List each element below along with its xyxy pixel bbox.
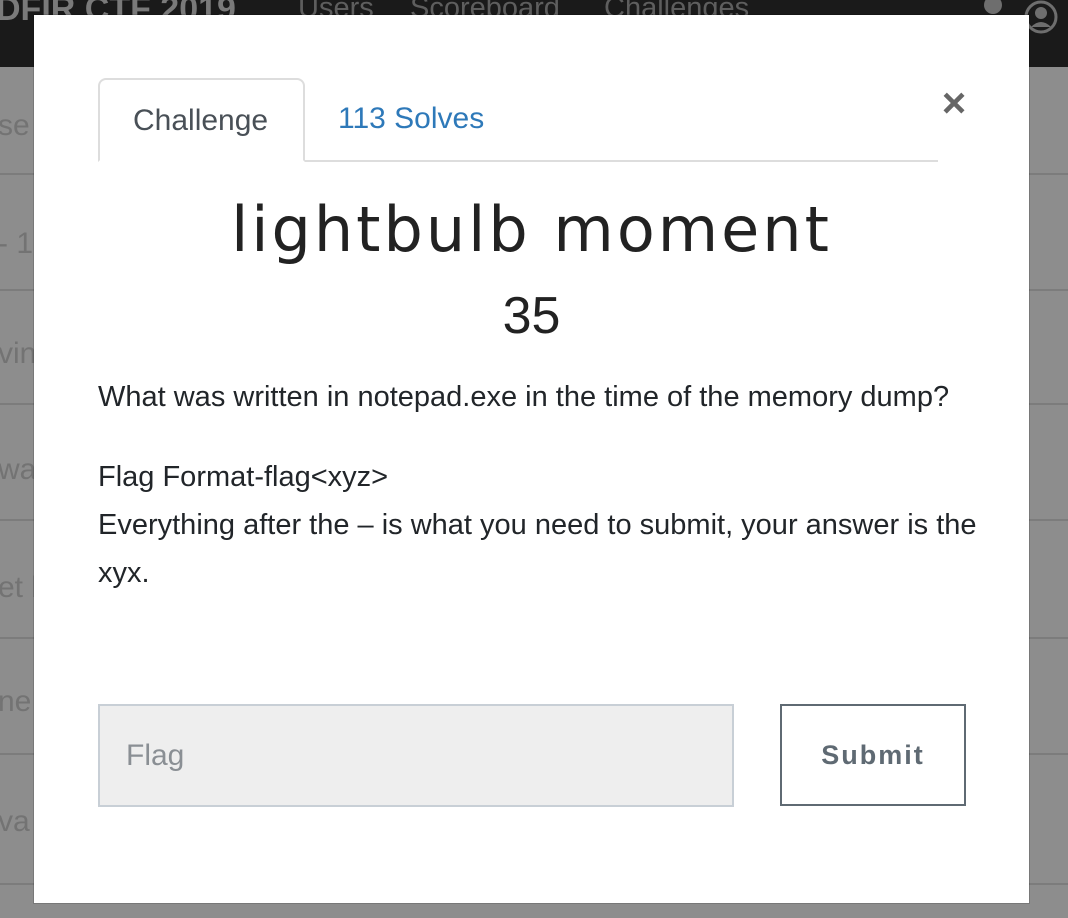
description-instructions: Everything after the – is what you need …	[98, 509, 977, 589]
description-flag-format: Flag Format-flag<xyz>	[98, 461, 389, 493]
list-item-label: wa	[0, 453, 37, 486]
list-item-label: ne	[0, 685, 32, 718]
close-button[interactable]: ×	[936, 82, 972, 125]
tab-solves[interactable]: 113 Solves	[305, 78, 517, 160]
list-item-label: se	[0, 109, 30, 142]
list-item-label: vin	[0, 337, 37, 370]
list-item-label: - 1	[0, 227, 34, 260]
flag-input[interactable]	[98, 704, 734, 807]
list-item-label: va	[0, 805, 30, 838]
modal-tabs: Challenge 113 Solves	[98, 78, 938, 162]
tab-challenge[interactable]: Challenge	[98, 78, 305, 162]
challenge-description: What was written in notepad.exe in the t…	[98, 373, 978, 597]
notification-icon[interactable]	[984, 0, 1002, 14]
submit-button[interactable]: Submit	[780, 704, 966, 806]
description-question: What was written in notepad.exe in the t…	[98, 381, 950, 413]
user-icon[interactable]	[1024, 0, 1058, 34]
challenge-value: 35	[502, 287, 561, 345]
challenge-name: lightbulb moment	[231, 193, 832, 266]
challenge-modal: × Challenge 113 Solves lightbulb moment …	[34, 15, 1029, 903]
